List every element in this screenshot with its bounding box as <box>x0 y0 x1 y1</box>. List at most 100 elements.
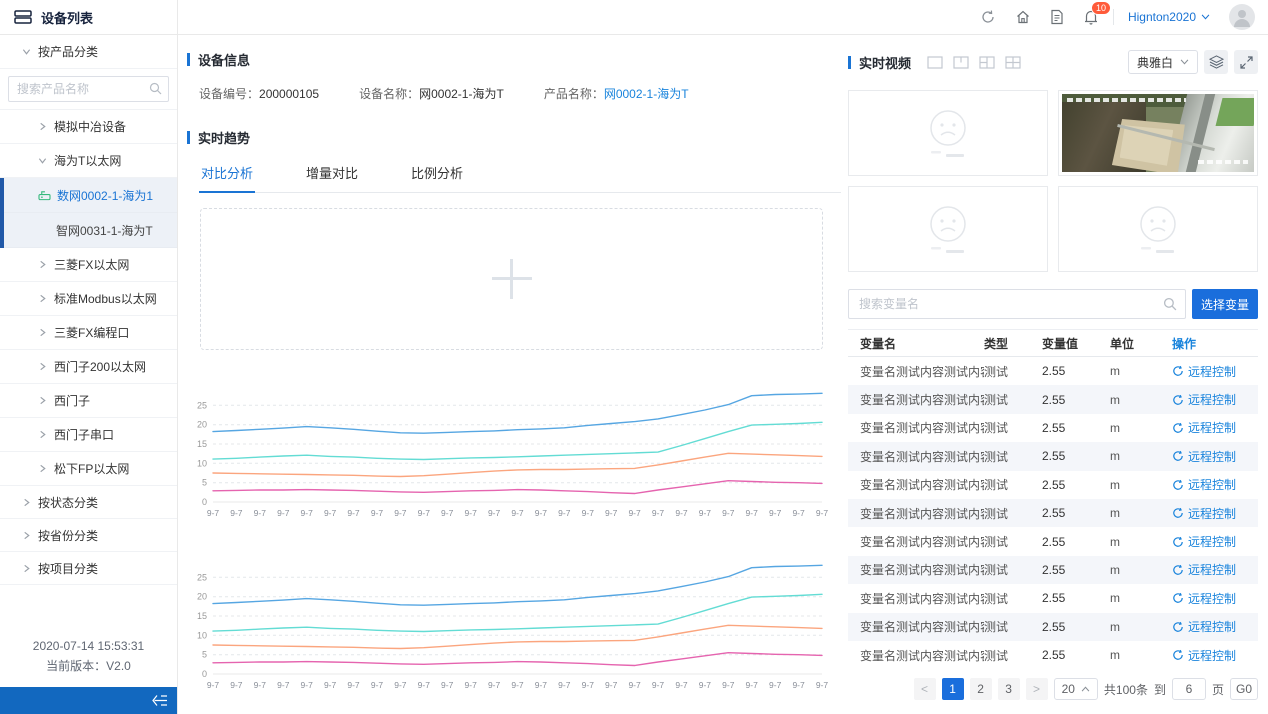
product-search-input[interactable] <box>8 76 169 102</box>
svg-text:9-7: 9-7 <box>371 508 384 518</box>
cell-unit: m <box>1110 449 1172 463</box>
remote-control-link[interactable]: 远程控制 <box>1172 647 1258 664</box>
page-button-2[interactable]: 2 <box>970 678 992 700</box>
video-tools: 典雅白 <box>1128 50 1258 74</box>
goto-page-input[interactable]: 6 <box>1172 678 1206 700</box>
cell-variable-name: 变量名测试内容测试内容 <box>848 419 984 436</box>
table-row: 变量名测试内容测试内容 测试 2.55 m 远程控制 <box>848 556 1258 584</box>
add-variable-dropzone[interactable] <box>200 208 823 350</box>
footer-timestamp: 2020-07-14 15:53:31 <box>0 636 177 656</box>
svg-text:9-7: 9-7 <box>675 680 688 690</box>
sidebar-category-1[interactable]: 模拟中冶设备 <box>0 110 177 144</box>
svg-text:9-7: 9-7 <box>347 680 360 690</box>
prev-page-button[interactable]: < <box>914 678 936 700</box>
layout-single-icon[interactable] <box>927 56 943 69</box>
sidebar-category-3[interactable]: 三菱FX以太网 <box>0 248 177 282</box>
cell-variable-name: 变量名测试内容测试内容 <box>848 448 984 465</box>
camera-frame[interactable] <box>1062 94 1254 172</box>
tab-2[interactable]: 增量对比 <box>304 155 360 192</box>
video-cell-empty[interactable] <box>848 90 1048 176</box>
tab-1[interactable]: 对比分析 <box>199 155 255 193</box>
svg-text:9-7: 9-7 <box>628 508 641 518</box>
sidebar-device-item[interactable]: 数网0002-1-海为1 <box>0 178 177 213</box>
field-value[interactable]: 网0002-1-海为T <box>604 87 689 101</box>
home-icon[interactable] <box>1015 9 1031 25</box>
device-info-field: 设备编号：200000105 <box>199 85 319 102</box>
remote-control-link[interactable]: 远程控制 <box>1172 363 1258 380</box>
search-icon[interactable] <box>149 82 162 98</box>
cell-value: 2.55 <box>1042 591 1110 605</box>
remote-control-link[interactable]: 远程控制 <box>1172 448 1258 465</box>
remote-control-label: 远程控制 <box>1188 363 1236 380</box>
remote-control-label: 远程控制 <box>1188 618 1236 635</box>
remote-control-link[interactable]: 远程控制 <box>1172 391 1258 408</box>
video-cell-live[interactable] <box>1058 90 1258 176</box>
sidebar-section-product[interactable]: 按产品分类 <box>0 35 177 69</box>
variable-table: 变量名类型变量值单位操作 变量名测试内容测试内容 测试 2.55 m 远程控制变… <box>848 329 1258 669</box>
cell-unit: m <box>1110 478 1172 492</box>
device-info-field: 产品名称：网0002-1-海为T <box>544 85 689 102</box>
svg-text:9-7: 9-7 <box>277 680 290 690</box>
video-grid <box>848 90 1258 272</box>
remote-control-link[interactable]: 远程控制 <box>1172 476 1258 493</box>
video-title-row: 实时视频 <box>848 50 1258 74</box>
remote-control-link[interactable]: 远程控制 <box>1172 533 1258 550</box>
layout-four-icon[interactable] <box>1005 56 1021 69</box>
search-icon[interactable] <box>1163 297 1177 314</box>
sidebar-category-9[interactable]: 松下FP以太网 <box>0 452 177 486</box>
bell-icon[interactable]: 10 <box>1083 9 1099 26</box>
video-cell-empty[interactable] <box>1058 186 1258 272</box>
svg-text:9-7: 9-7 <box>746 680 759 690</box>
column-header: 变量值 <box>1042 335 1110 352</box>
page-size-select[interactable]: 20 <box>1054 678 1098 700</box>
fullscreen-button[interactable] <box>1234 50 1258 74</box>
user-menu[interactable]: Hignton2020 <box>1128 10 1210 24</box>
layout-two-icon[interactable] <box>953 56 969 69</box>
sidebar-section-4[interactable]: 按项目分类 <box>0 552 177 585</box>
sidebar-section-3[interactable]: 按省份分类 <box>0 519 177 552</box>
svg-text:9-7: 9-7 <box>769 680 782 690</box>
sidebar-collapse-bar[interactable] <box>0 687 177 714</box>
layers-button[interactable] <box>1204 50 1228 74</box>
document-icon[interactable] <box>1050 9 1064 25</box>
chevron-right-icon <box>38 122 47 131</box>
cell-unit: m <box>1110 421 1172 435</box>
select-variable-button[interactable]: 选择变量 <box>1192 289 1258 319</box>
remote-control-link[interactable]: 远程控制 <box>1172 419 1258 436</box>
sidebar-category-8[interactable]: 西门子串口 <box>0 418 177 452</box>
layout-three-icon[interactable] <box>979 56 995 69</box>
page-button-3[interactable]: 3 <box>998 678 1020 700</box>
sidebar-category-4[interactable]: 标准Modbus以太网 <box>0 282 177 316</box>
go-button[interactable]: G0 <box>1230 678 1258 700</box>
remote-control-link[interactable]: 远程控制 <box>1172 590 1258 607</box>
sidebar-section-2[interactable]: 按状态分类 <box>0 486 177 519</box>
svg-text:9-7: 9-7 <box>488 508 501 518</box>
category-label: 三菱FX编程口 <box>54 324 129 341</box>
table-row: 变量名测试内容测试内容 测试 2.55 m 远程控制 <box>848 471 1258 499</box>
remote-control-link[interactable]: 远程控制 <box>1172 561 1258 578</box>
tab-3[interactable]: 比例分析 <box>409 155 465 192</box>
remote-control-link[interactable]: 远程控制 <box>1172 618 1258 635</box>
svg-text:5: 5 <box>202 478 207 488</box>
video-cell-empty[interactable] <box>848 186 1048 272</box>
table-row: 变量名测试内容测试内容 测试 2.55 m 远程控制 <box>848 584 1258 612</box>
refresh-icon[interactable] <box>980 9 996 25</box>
sidebar-category-5[interactable]: 三菱FX编程口 <box>0 316 177 350</box>
remote-control-link[interactable]: 远程控制 <box>1172 505 1258 522</box>
sidebar-category-2[interactable]: 海为T以太网 <box>0 144 177 178</box>
sidebar-device-item[interactable]: 智网0031-1-海为T <box>0 213 177 248</box>
collapse-sidebar-icon[interactable] <box>151 694 168 707</box>
cell-value: 2.55 <box>1042 478 1110 492</box>
category-label: 海为T以太网 <box>54 152 121 169</box>
next-page-button[interactable]: > <box>1026 678 1048 700</box>
variable-search-input[interactable] <box>848 289 1186 319</box>
theme-select[interactable]: 典雅白 <box>1128 50 1198 74</box>
trend-title-text: 实时趋势 <box>198 128 250 147</box>
column-header: 操作 <box>1172 335 1258 352</box>
chevron-right-icon <box>22 564 31 573</box>
sidebar-category-6[interactable]: 西门子200以太网 <box>0 350 177 384</box>
user-avatar[interactable] <box>1229 4 1255 30</box>
svg-text:9-7: 9-7 <box>628 680 641 690</box>
sidebar-category-7[interactable]: 西门子 <box>0 384 177 418</box>
page-button-1[interactable]: 1 <box>942 678 964 700</box>
